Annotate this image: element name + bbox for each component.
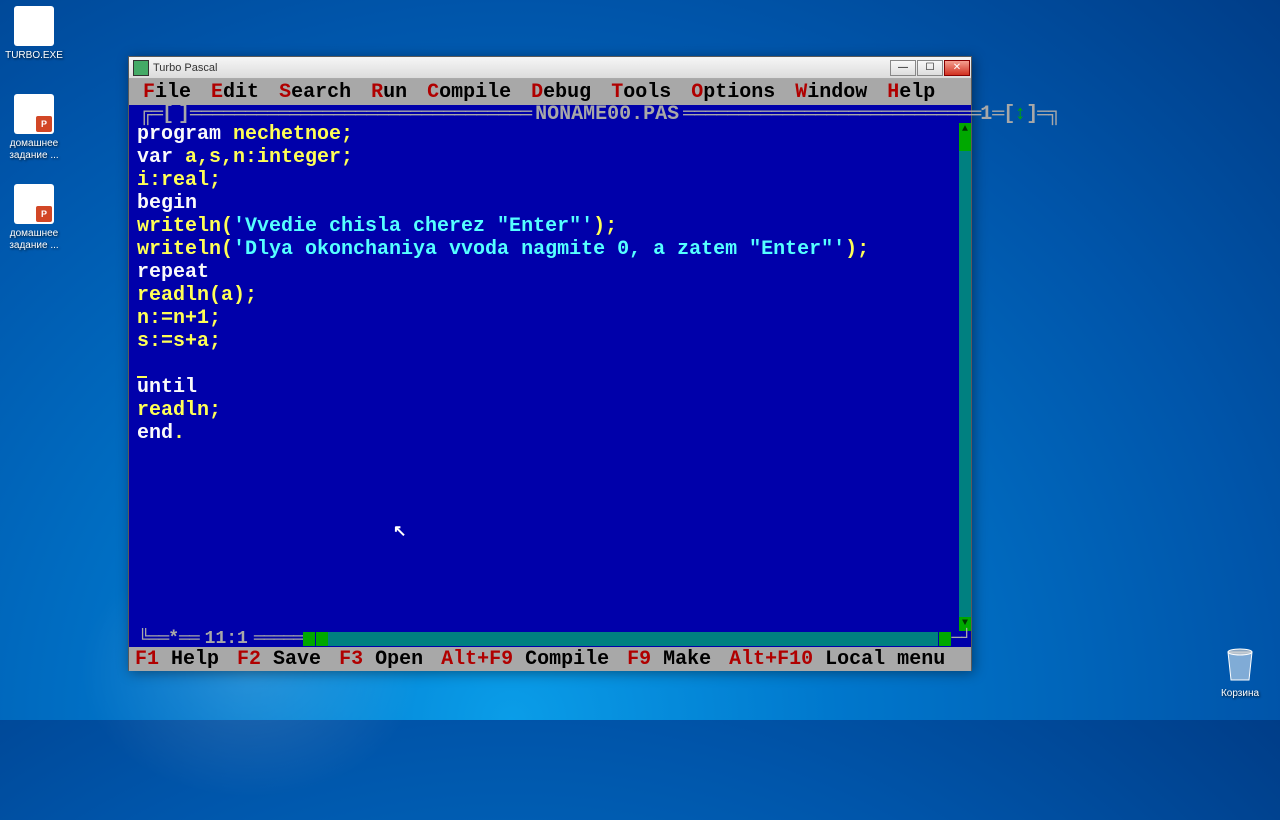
cursor-position: 11:1 — [199, 628, 254, 651]
desktop-icon-turbo[interactable]: TURBO.EXE — [2, 6, 66, 62]
status-compile[interactable]: Alt+F9 Compile — [441, 648, 609, 671]
code-line: readln(a); — [137, 284, 963, 307]
menu-options[interactable]: Options — [681, 81, 785, 104]
icon-label: домашнее задание ... — [2, 138, 66, 162]
icon-label: домашнее задание ... — [2, 228, 66, 252]
scroll-thumb[interactable] — [316, 632, 328, 646]
editor-frame-top: ╔═[]═══════════════════════════════NONAM… — [129, 105, 971, 123]
status-make[interactable]: F9 Make — [627, 648, 711, 671]
text-cursor — [137, 376, 147, 378]
menu-tools[interactable]: Tools — [601, 81, 681, 104]
maximize-button[interactable]: ☐ — [917, 60, 943, 76]
code-line: readln; — [137, 399, 963, 422]
scroll-up-icon[interactable]: ▲ — [959, 123, 971, 137]
code-line: program nechetnoe; — [137, 123, 963, 146]
icon-label: TURBO.EXE — [2, 50, 66, 62]
code-line: writeln('Vvedie chisla cherez "Enter"'); — [137, 215, 963, 238]
ppt-icon: P — [14, 94, 54, 134]
status-help[interactable]: F1 Help — [135, 648, 219, 671]
exe-icon — [14, 6, 54, 46]
menu-help[interactable]: Help — [877, 81, 945, 104]
menu-file[interactable]: File — [133, 81, 201, 104]
code-line: repeat — [137, 261, 963, 284]
horizontal-scrollbar[interactable] — [316, 632, 939, 646]
menu-edit[interactable]: Edit — [201, 81, 269, 104]
menubar: File Edit Search Run Compile Debug Tools… — [129, 79, 971, 105]
titlebar[interactable]: Turbo Pascal — ☐ ✕ — [129, 57, 971, 79]
scroll-right-icon[interactable] — [939, 632, 951, 646]
scroll-left-icon[interactable] — [303, 632, 315, 646]
ppt-icon: P — [14, 184, 54, 224]
icon-label: Корзина — [1208, 688, 1272, 700]
desktop-icon-homework2[interactable]: P домашнее задание ... — [2, 184, 66, 252]
scroll-thumb[interactable] — [959, 137, 971, 151]
desktop-icon-homework1[interactable]: P домашнее задание ... — [2, 94, 66, 162]
close-button[interactable]: ✕ — [944, 60, 970, 76]
status-localmenu[interactable]: Alt+F10 Local menu — [729, 648, 945, 671]
code-line: begin — [137, 192, 963, 215]
code-body[interactable]: program nechetnoe; var a,s,n:integer; i:… — [129, 123, 971, 445]
desktop-icon-trash[interactable]: Корзина — [1208, 644, 1272, 700]
mouse-cursor-icon: ↖ — [393, 521, 406, 544]
code-line: until — [137, 376, 963, 399]
app-icon — [133, 60, 149, 76]
window-number: 1 — [980, 103, 992, 126]
app-window: Turbo Pascal — ☐ ✕ File Edit Search Run … — [128, 56, 972, 671]
code-line: end. — [137, 422, 963, 445]
menu-run[interactable]: Run — [361, 81, 417, 104]
menu-search[interactable]: Search — [269, 81, 361, 104]
menu-window[interactable]: Window — [785, 81, 877, 104]
editor-frame-bottom: ╚══*══11:1═════─┘ — [129, 631, 971, 647]
code-line — [137, 353, 963, 376]
code-line: s:=s+a; — [137, 330, 963, 353]
scroll-track[interactable] — [959, 137, 971, 617]
vertical-scrollbar[interactable]: ▲ ▼ — [959, 123, 971, 631]
status-save[interactable]: F2 Save — [237, 648, 321, 671]
code-line: writeln('Dlya okonchaniya vvoda nagmite … — [137, 238, 963, 261]
window-title: Turbo Pascal — [153, 62, 890, 74]
menu-compile[interactable]: Compile — [417, 81, 521, 104]
editor-area[interactable]: ╔═[]═══════════════════════════════NONAM… — [129, 105, 971, 647]
code-line: i:real; — [137, 169, 963, 192]
code-line: var a,s,n:integer; — [137, 146, 963, 169]
minimize-button[interactable]: — — [890, 60, 916, 76]
statusbar: F1 Help F2 Save F3 Open Alt+F9 Compile F… — [129, 647, 971, 671]
status-open[interactable]: F3 Open — [339, 648, 423, 671]
trash-icon — [1220, 644, 1260, 684]
code-line: n:=n+1; — [137, 307, 963, 330]
maximize-icon[interactable]: ↕ — [1014, 103, 1026, 126]
menu-debug[interactable]: Debug — [521, 81, 601, 104]
